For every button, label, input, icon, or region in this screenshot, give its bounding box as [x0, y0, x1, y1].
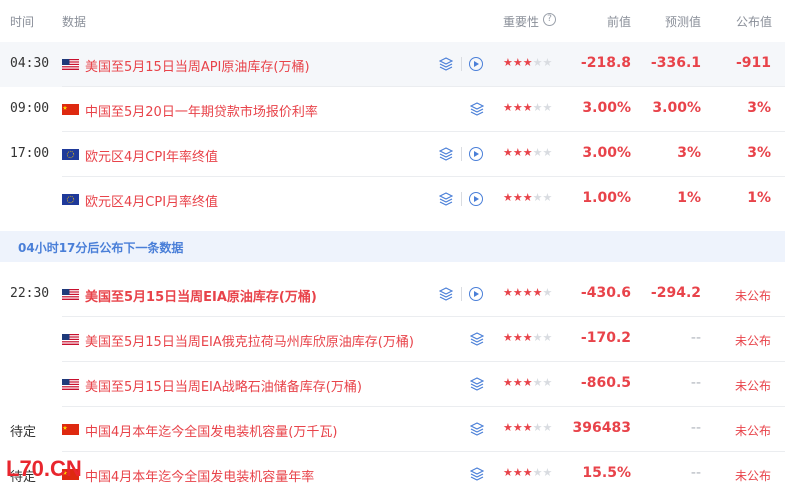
layers-icon[interactable] [439, 57, 453, 71]
eu-flag-icon [62, 194, 79, 205]
event-title[interactable]: 美国至5月15日当周EIA俄克拉荷马州库欣原油库存(万桶) [85, 331, 414, 350]
actual-value: 未公布 [734, 379, 771, 393]
forecast-value: -- [690, 420, 701, 436]
previous-value: 3.00% [582, 145, 631, 161]
play-icon[interactable] [469, 147, 483, 161]
play-icon[interactable] [469, 192, 483, 206]
layers-icon[interactable] [470, 422, 484, 436]
header-forecast: 预测值 [665, 15, 702, 29]
eu-flag-icon [62, 149, 79, 160]
actual-value: 未公布 [734, 469, 771, 483]
table-row[interactable]: 欧元区4月CPI月率终值 ★★★★★ 1.00% 1% 1% [0, 177, 785, 222]
event-title[interactable]: 中国4月本年迄今全国发电装机容量年率 [85, 466, 314, 485]
header-data: 数据 [62, 15, 87, 29]
cn-flag-icon [62, 424, 79, 435]
row-time: 22:30 [10, 286, 50, 301]
actual-value: 3% [747, 145, 771, 161]
importance-stars: ★★★★★ [503, 421, 553, 434]
watermark-logo: L70.CN [6, 456, 82, 481]
event-title[interactable]: 美国至5月15日当周EIA原油库存(万桶) [85, 286, 317, 305]
us-flag-icon [62, 334, 79, 345]
actual-value: -911 [735, 55, 771, 71]
next-release-notice: 04小时17分后公布下一条数据 [0, 231, 785, 262]
layers-icon[interactable] [470, 332, 484, 346]
event-title[interactable]: 美国至5月15日当周API原油库存(万桶) [85, 56, 310, 75]
row-time: 04:30 [10, 56, 50, 71]
actual-value: 未公布 [734, 289, 771, 303]
layers-icon[interactable] [470, 377, 484, 391]
divider [461, 147, 462, 161]
layers-icon[interactable] [439, 287, 453, 301]
previous-value: -218.8 [580, 55, 631, 71]
layers-icon[interactable] [439, 192, 453, 206]
row-time: 09:00 [10, 101, 50, 116]
forecast-value: -- [690, 375, 701, 391]
previous-value: -430.6 [580, 285, 631, 301]
previous-value: 396483 [572, 420, 631, 436]
event-title[interactable]: 欧元区4月CPI月率终值 [85, 191, 218, 210]
forecast-value: 1% [677, 190, 701, 206]
actual-value: 未公布 [734, 334, 771, 348]
us-flag-icon [62, 289, 79, 300]
table-row[interactable]: 美国至5月15日当周EIA俄克拉荷马州库欣原油库存(万桶) ★★★★★ -170… [0, 317, 785, 362]
forecast-value: 3% [677, 145, 701, 161]
header-time: 时间 [10, 15, 35, 29]
actual-value: 1% [747, 190, 771, 206]
table-row[interactable]: 09:00 中国至5月20日一年期贷款市场报价利率 ★★★★★ 3.00% 3.… [0, 87, 785, 132]
importance-stars: ★★★★★ [503, 376, 553, 389]
table-row[interactable]: 17:00 欧元区4月CPI年率终值 ★★★★★ 3.00% 3% 3% [0, 132, 785, 177]
event-title[interactable]: 欧元区4月CPI年率终值 [85, 146, 218, 165]
row-time: 待定 [10, 425, 37, 440]
importance-stars: ★★★★★ [503, 191, 553, 204]
layers-icon[interactable] [439, 147, 453, 161]
header-previous: 前值 [607, 15, 632, 29]
importance-stars: ★★★★★ [503, 286, 553, 299]
actual-value: 3% [747, 100, 771, 116]
table-row[interactable]: 22:30 美国至5月15日当周EIA原油库存(万桶) ★★★★★ -430.6… [0, 272, 785, 317]
forecast-value: -294.2 [650, 285, 701, 301]
help-icon[interactable]: ? [543, 13, 556, 26]
importance-stars: ★★★★★ [503, 331, 553, 344]
previous-value: -170.2 [580, 330, 631, 346]
forecast-value: -336.1 [650, 55, 701, 71]
event-title[interactable]: 中国至5月20日一年期贷款市场报价利率 [85, 101, 318, 120]
us-flag-icon [62, 379, 79, 390]
divider [461, 57, 462, 71]
actual-value: 未公布 [734, 424, 771, 438]
table-row[interactable]: 待定 中国4月本年迄今全国发电装机容量年率 ★★★★★ 15.5% -- 未公布 [0, 452, 785, 490]
event-title[interactable]: 美国至5月15日当周EIA战略石油储备库存(万桶) [85, 376, 362, 395]
table-header: 时间 数据 重要性 ? 前值 预测值 公布值 [0, 0, 785, 42]
header-importance: 重要性 [503, 15, 540, 29]
previous-value: 1.00% [582, 190, 631, 206]
event-title[interactable]: 中国4月本年迄今全国发电装机容量(万千瓦) [85, 421, 337, 440]
importance-stars: ★★★★★ [503, 466, 553, 479]
header-actual: 公布值 [736, 15, 773, 29]
layers-icon[interactable] [470, 467, 484, 481]
forecast-value: 3.00% [652, 100, 701, 116]
forecast-value: -- [690, 330, 701, 346]
importance-stars: ★★★★★ [503, 146, 553, 159]
table-row[interactable]: 04:30 美国至5月15日当周API原油库存(万桶) ★★★★★ -218.8… [0, 42, 785, 87]
play-icon[interactable] [469, 287, 483, 301]
importance-stars: ★★★★★ [503, 56, 553, 69]
previous-value: 3.00% [582, 100, 631, 116]
divider [461, 287, 462, 301]
divider [461, 192, 462, 206]
previous-value: -860.5 [580, 375, 631, 391]
us-flag-icon [62, 59, 79, 70]
layers-icon[interactable] [470, 102, 484, 116]
previous-value: 15.5% [582, 465, 631, 481]
table-row[interactable]: 待定 中国4月本年迄今全国发电装机容量(万千瓦) ★★★★★ 396483 --… [0, 407, 785, 452]
notice-text: 04小时17分后公布下一条数据 [18, 241, 184, 255]
forecast-value: -- [690, 465, 701, 481]
cn-flag-icon [62, 104, 79, 115]
table-row[interactable]: 美国至5月15日当周EIA战略石油储备库存(万桶) ★★★★★ -860.5 -… [0, 362, 785, 407]
importance-stars: ★★★★★ [503, 101, 553, 114]
play-icon[interactable] [469, 57, 483, 71]
row-time: 17:00 [10, 146, 50, 161]
